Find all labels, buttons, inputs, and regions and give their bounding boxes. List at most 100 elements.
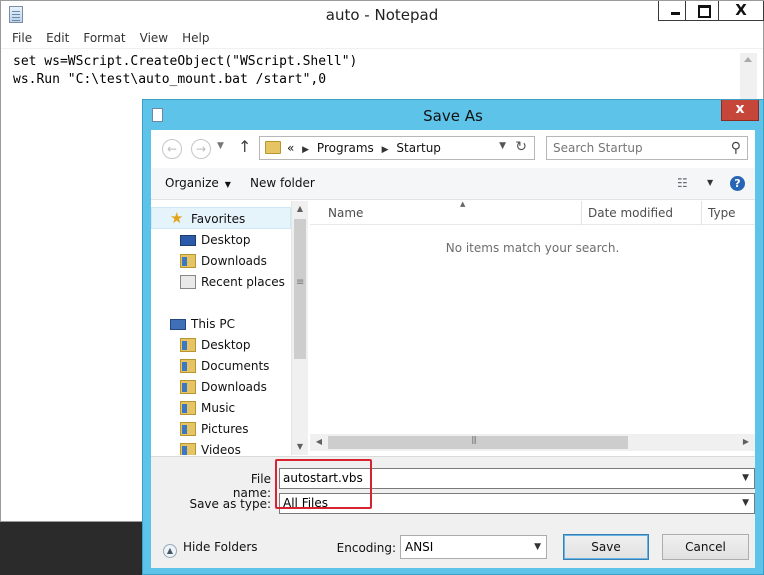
column-header-type[interactable]: Type xyxy=(702,201,762,225)
breadcrumb-separator-icon[interactable]: ▶ xyxy=(302,145,309,155)
notepad-text-area[interactable]: set ws=WScript.CreateObject("WScript.She… xyxy=(13,53,357,89)
breadcrumb-overflow[interactable]: « xyxy=(287,141,294,155)
scrollbar-thumb[interactable] xyxy=(328,435,628,449)
encoding-label: Encoding: xyxy=(336,541,396,555)
address-bar[interactable]: « ▶ Programs ▶ Startup ▼ ↻ xyxy=(259,136,535,160)
dialog-body: ← → ▼ ↑ « ▶ Programs ▶ Startup ▼ ↻ ⚲ xyxy=(151,130,755,568)
save-as-dialog: Save As x ← → ▼ ↑ « ▶ Programs ▶ Startup… xyxy=(142,99,764,575)
dialog-close-button[interactable]: x xyxy=(721,100,759,121)
nav-item-this-pc[interactable]: This PC xyxy=(151,314,291,335)
refresh-icon[interactable]: ↻ xyxy=(515,139,527,155)
back-button[interactable]: ← xyxy=(162,139,182,159)
nav-item-label: Downloads xyxy=(201,254,267,268)
help-icon[interactable]: ? xyxy=(730,176,745,191)
search-icon[interactable]: ⚲ xyxy=(731,140,741,156)
pictures-folder-icon xyxy=(180,422,196,436)
music-folder-icon xyxy=(180,401,196,415)
nav-item-label: Favorites xyxy=(191,212,246,226)
nav-item-favorites[interactable]: ★ Favorites xyxy=(151,209,291,230)
arrow-right-icon: → xyxy=(195,142,207,156)
chevron-down-icon[interactable]: ▼ xyxy=(707,178,713,187)
star-icon: ★ xyxy=(170,209,184,227)
scroll-right-icon[interactable]: ▶ xyxy=(738,437,754,446)
save-as-type-select[interactable]: All Files ▼ xyxy=(279,493,755,514)
nav-item-pictures[interactable]: Pictures xyxy=(151,419,291,440)
desktop-folder-icon xyxy=(180,338,196,352)
text-line: set ws=WScript.CreateObject("WScript.She… xyxy=(13,54,358,69)
downloads-folder-icon xyxy=(180,254,196,268)
hide-folders-button[interactable]: ▲ Hide Folders xyxy=(163,540,258,558)
encoding-select[interactable]: ANSI ▼ xyxy=(400,535,547,559)
nav-item-downloads[interactable]: Downloads xyxy=(151,251,291,272)
menu-file[interactable]: File xyxy=(5,28,39,48)
chevron-down-icon[interactable]: ▼ xyxy=(742,473,749,483)
column-header-name[interactable]: ▲ Name xyxy=(322,200,582,225)
text-line: ws.Run "C:\test\auto_mount.bat /start",0 xyxy=(13,72,327,87)
nav-item-documents[interactable]: Documents xyxy=(151,356,291,377)
file-name-label: File name: xyxy=(232,472,271,500)
search-input[interactable] xyxy=(553,141,723,155)
hide-folders-label: Hide Folders xyxy=(183,540,258,554)
nav-item-label: Pictures xyxy=(201,422,249,436)
breadcrumb-startup[interactable]: Startup xyxy=(396,141,441,155)
arrow-left-icon: ← xyxy=(166,142,178,156)
nav-item-desktop[interactable]: Desktop xyxy=(151,230,291,251)
scroll-left-icon[interactable]: ◀ xyxy=(311,437,327,446)
nav-item-pc-downloads[interactable]: Downloads xyxy=(151,377,291,398)
scroll-up-icon[interactable] xyxy=(744,57,752,62)
file-list-pane: ▲ Name Date modified Type No items match… xyxy=(310,200,755,455)
column-headers: ▲ Name Date modified Type xyxy=(310,200,755,225)
nav-item-label: Desktop xyxy=(201,233,251,247)
notepad-title: auto - Notepad xyxy=(325,6,439,24)
address-dropdown-icon[interactable]: ▼ xyxy=(499,141,506,151)
up-button[interactable]: ↑ xyxy=(238,137,251,156)
chevron-down-icon[interactable]: ▼ xyxy=(534,542,541,552)
scroll-down-icon[interactable]: ▼ xyxy=(292,442,308,451)
notepad-titlebar[interactable]: auto - Notepad X xyxy=(1,1,764,28)
maximize-button[interactable] xyxy=(685,1,720,21)
close-icon: X xyxy=(735,1,747,19)
column-header-date-modified[interactable]: Date modified xyxy=(582,201,702,225)
menu-edit[interactable]: Edit xyxy=(39,28,76,48)
close-button[interactable]: X xyxy=(718,1,764,21)
recent-places-icon xyxy=(180,275,196,289)
nav-item-label: Videos xyxy=(201,443,241,455)
menu-help[interactable]: Help xyxy=(175,28,216,48)
forward-button[interactable]: → xyxy=(191,139,211,159)
scrollbar-thumb[interactable] xyxy=(294,219,306,359)
menu-view[interactable]: View xyxy=(133,28,175,48)
dialog-title: Save As xyxy=(423,107,483,125)
chevron-down-icon[interactable]: ▼ xyxy=(742,498,749,508)
notepad-menubar: File Edit Format View Help xyxy=(1,28,763,49)
organize-button[interactable]: Organize ▼ xyxy=(165,176,231,190)
menu-format[interactable]: Format xyxy=(76,28,132,48)
search-box: ⚲ xyxy=(546,136,748,160)
breadcrumb-separator-icon[interactable]: ▶ xyxy=(382,145,389,155)
folder-icon xyxy=(265,141,281,154)
file-name-input[interactable] xyxy=(283,471,723,485)
nav-item-videos[interactable]: Videos xyxy=(151,440,291,455)
save-button[interactable]: Save xyxy=(563,534,649,560)
documents-folder-icon xyxy=(180,359,196,373)
dialog-titlebar[interactable]: Save As x xyxy=(143,100,763,130)
organize-label: Organize xyxy=(165,176,219,190)
cancel-button[interactable]: Cancel xyxy=(662,534,749,560)
empty-list-message: No items match your search. xyxy=(445,241,620,255)
sort-ascending-icon: ▲ xyxy=(460,200,466,208)
arrow-up-icon: ↑ xyxy=(238,137,252,156)
file-name-combobox: ▼ xyxy=(279,468,755,489)
breadcrumb-programs[interactable]: Programs xyxy=(317,141,374,155)
address-row: ← → ▼ ↑ « ▶ Programs ▶ Startup ▼ ↻ ⚲ xyxy=(151,130,755,168)
nav-pane-scrollbar[interactable]: ▲ ▼ xyxy=(291,201,308,455)
nav-item-label: Downloads xyxy=(201,380,267,394)
nav-item-pc-desktop[interactable]: Desktop xyxy=(151,335,291,356)
nav-item-recent-places[interactable]: Recent places xyxy=(151,272,291,293)
nav-item-music[interactable]: Music xyxy=(151,398,291,419)
scroll-up-icon[interactable]: ▲ xyxy=(292,204,308,213)
nav-item-label: This PC xyxy=(191,317,235,331)
new-folder-button[interactable]: New folder xyxy=(250,176,315,190)
recent-locations-button[interactable]: ▼ xyxy=(217,141,224,151)
file-list-horizontal-scrollbar[interactable]: ◀ ▶ xyxy=(310,434,755,451)
view-options-icon[interactable]: ☷ xyxy=(677,176,688,190)
save-as-type-value: All Files xyxy=(283,496,329,510)
